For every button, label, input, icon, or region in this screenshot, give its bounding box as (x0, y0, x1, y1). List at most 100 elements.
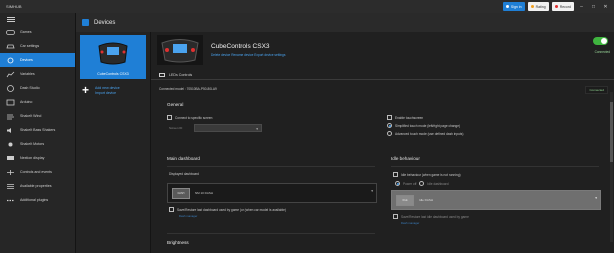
touch-simplified-row[interactable]: Simplified touch mode (left/right page c… (387, 123, 460, 128)
idle-enable-row[interactable]: Idle behaviour (when game is not running… (393, 172, 461, 177)
add-device-links: Add new device Import device (95, 86, 120, 96)
idle-dashboard-name: Idle DASH (419, 198, 434, 202)
nav-item-controls[interactable]: Controls and events (0, 165, 75, 179)
tab-leds-controls[interactable]: LEDs Controls (169, 73, 192, 77)
plus-icon: + (82, 83, 90, 97)
connect-specific-label: Connect to specific screen (175, 115, 213, 120)
nav-item-shakeit-bass[interactable]: ShakeIt Bass Shakers (0, 123, 75, 137)
idle-behaviour-title: Idle behaviour (391, 156, 420, 161)
sign-in-button[interactable]: Sign in (502, 2, 525, 11)
nav-item-games[interactable]: Games (0, 25, 75, 39)
title-bar: SIMHUB Sign in Rating Record – □ ✕ (0, 0, 614, 13)
idle-mode-row[interactable]: Power off Idle dashboard (395, 181, 449, 186)
record-button[interactable]: Record (551, 2, 574, 11)
nav-item-nextion[interactable]: Nextion display (0, 151, 75, 165)
devices-icon (6, 57, 15, 64)
nav-label: Devices (20, 58, 33, 62)
screen-id-select[interactable]: ▾ (194, 124, 262, 132)
idle-save-restore-row[interactable]: Save/Restore last idle dashboard used by… (393, 214, 469, 219)
touch-advanced-radio[interactable] (387, 131, 392, 136)
wheel-image (98, 42, 128, 65)
connect-specific-checkbox[interactable] (167, 115, 172, 120)
car-icon (6, 43, 15, 50)
idle-enable-checkbox[interactable] (393, 172, 398, 177)
main-dashboard-select[interactable]: DASH NM 10 DASH ▾ (167, 183, 377, 203)
nav-label: Car settings (20, 44, 40, 48)
device-tabs: LEDs Controls (151, 70, 614, 80)
nav-label: ShakeIt Wind (20, 114, 42, 118)
add-device-row[interactable]: + Add new device Import device (76, 82, 150, 100)
minimize-button[interactable]: – (577, 4, 586, 10)
arduino-icon (6, 99, 15, 106)
speaker-icon (6, 127, 15, 134)
device-enabled-toggle[interactable] (593, 37, 608, 45)
touch-simplified-label: Simplified touch mode (left/right page c… (395, 123, 461, 128)
scrollbar-thumb[interactable] (610, 102, 613, 162)
gamepad-icon (6, 29, 15, 36)
device-info: CubeControls CSX3 Delete device Rename d… (157, 35, 285, 65)
nav-item-variables[interactable]: Variables (0, 67, 75, 81)
device-action-links[interactable]: Delete device Rename device Export devic… (211, 53, 285, 57)
idle-save-restore-checkbox[interactable] (393, 214, 398, 219)
enable-touch-checkbox[interactable] (387, 115, 392, 120)
nav-item-devices[interactable]: Devices (0, 53, 75, 67)
motor-icon (6, 141, 15, 148)
panel-scrollbar[interactable] (610, 92, 613, 242)
divider (167, 166, 375, 167)
nav-label: Dash Studio (20, 86, 40, 90)
save-restore-row[interactable]: Save/Restore last dashboard used by game… (169, 207, 286, 212)
idle-dashboard-select[interactable]: IDLE Idle DASH ▾ (391, 190, 601, 210)
wind-icon (6, 113, 15, 120)
device-detail-panel: CubeControls CSX3 Delete device Rename d… (151, 32, 614, 253)
enable-touch-row[interactable]: Enable touchscreen (387, 115, 423, 120)
nav-item-shakeit-motors[interactable]: ShakeIt Motors (0, 137, 75, 151)
touch-simplified-radio[interactable] (387, 123, 392, 128)
nav-item-dash-studio[interactable]: Dash Studio (0, 81, 75, 95)
nav-item-arduino[interactable]: Arduino (0, 95, 75, 109)
touch-advanced-row[interactable]: Advanced touch mode (use defined dash in… (387, 131, 463, 136)
idle-dashboard-label: Idle dashboard (427, 181, 449, 186)
devices-header-icon (82, 19, 89, 26)
nav-label: Additional plugins (20, 198, 49, 202)
chart-icon (6, 71, 15, 78)
close-button[interactable]: ✕ (601, 4, 610, 10)
connected-model: Connected model : 70510BA-P50-80LA9 (159, 87, 217, 91)
user-icon (505, 5, 509, 8)
hamburger-icon (7, 16, 15, 18)
chevron-down-icon: ▾ (256, 127, 258, 131)
idle-dashboard-radio[interactable] (419, 181, 425, 186)
nav-item-properties[interactable]: Available properties (0, 179, 75, 193)
nav-label: ShakeIt Bass Shakers (20, 128, 56, 132)
sign-in-label: Sign in (510, 4, 522, 9)
screen-id-label: Screen ID (169, 126, 183, 130)
power-off-radio[interactable] (395, 181, 400, 186)
device-card-csx3[interactable]: CubeControls CSX3 (80, 35, 146, 79)
device-name: CubeControls CSX3 (211, 43, 270, 50)
connected-label: Connected (594, 50, 610, 54)
dash-manager-link[interactable]: Dash manager (179, 214, 197, 218)
idle-dash-manager-link[interactable]: Dash manager (401, 221, 419, 225)
nav-label: Games (20, 30, 32, 34)
save-restore-checkbox[interactable] (169, 207, 174, 212)
nav-item-shakeit-wind[interactable]: ShakeIt Wind (0, 109, 75, 123)
maximize-button[interactable]: □ (589, 4, 598, 10)
connect-specific-row[interactable]: Connect to specific screen (167, 115, 212, 120)
divider (391, 166, 599, 167)
nav-label: Arduino (20, 100, 33, 104)
import-device-link[interactable]: Import device (95, 91, 120, 96)
gauge-icon (6, 84, 15, 92)
nav-item-car-settings[interactable]: Car settings (0, 39, 75, 53)
rating-label: Rating (535, 4, 546, 9)
devices-title: Devices (94, 19, 116, 26)
device-card-label: CubeControls CSX3 (97, 72, 129, 76)
device-info-text: CubeControls CSX3 Delete device Rename d… (211, 43, 285, 57)
main-dashboard-title: Main dashboard (167, 156, 200, 161)
controls-icon (6, 169, 15, 176)
record-label: Record (559, 4, 571, 9)
leds-icon (159, 72, 165, 77)
hamburger-menu-button[interactable] (0, 13, 75, 25)
divider (167, 233, 375, 234)
nav-item-plugins[interactable]: Additional plugins (0, 193, 75, 207)
record-icon (554, 5, 558, 8)
rating-button[interactable]: Rating (527, 2, 549, 11)
